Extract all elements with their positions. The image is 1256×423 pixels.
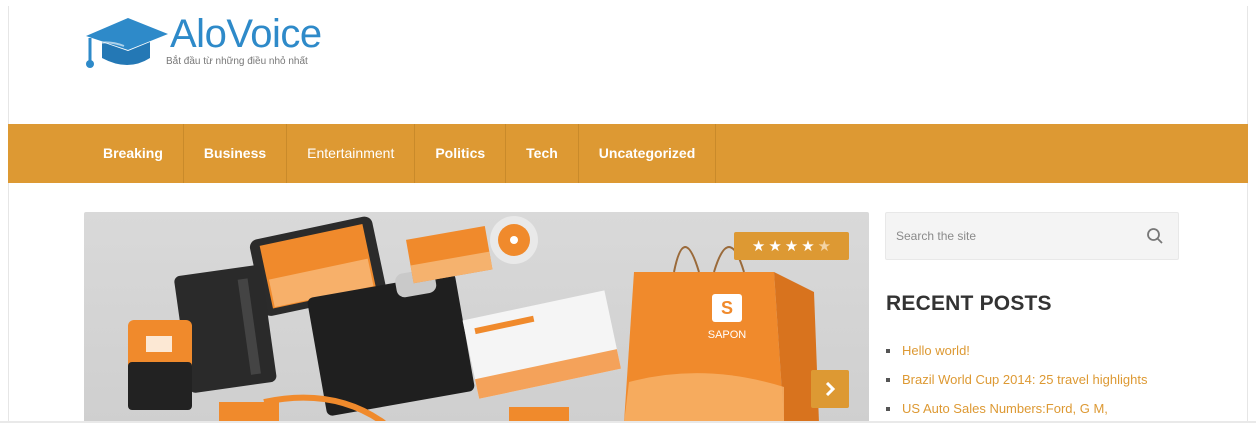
- site-title: AloVoice: [170, 12, 322, 56]
- bullet-icon: [886, 407, 890, 411]
- list-item: Brazil World Cup 2014: 25 travel highlig…: [886, 371, 1147, 400]
- recent-post-link[interactable]: Hello world!: [902, 342, 970, 360]
- star-icon: ★: [801, 238, 815, 255]
- star-icon: ★: [751, 238, 766, 255]
- nav-item-business[interactable]: Business: [184, 124, 288, 183]
- list-item: US Auto Sales Numbers:Ford, G M,: [886, 400, 1147, 423]
- star-empty-icon: ★: [817, 238, 832, 255]
- site-logo[interactable]: AloVoice Bắt đầu từ những điều nhỏ nhất: [84, 12, 364, 74]
- list-item: Hello world!: [886, 342, 1147, 371]
- star-icon: ★: [768, 238, 782, 255]
- main-nav: Breaking Business Entertainment Politics…: [8, 124, 1248, 183]
- bag-brand-text: SAPON: [708, 329, 747, 341]
- recent-post-link[interactable]: US Auto Sales Numbers:Ford, G M,: [902, 400, 1108, 418]
- svg-text:S: S: [721, 298, 733, 318]
- nav-item-entertainment[interactable]: Entertainment: [287, 124, 416, 183]
- star-rating: ★ ★ ★ ★ ★: [734, 232, 849, 260]
- nav-item-breaking[interactable]: Breaking: [83, 124, 184, 183]
- search-box: [885, 212, 1179, 260]
- search-input[interactable]: [896, 213, 1136, 259]
- recent-posts-heading: RECENT POSTS: [886, 292, 1052, 315]
- nav-item-tech[interactable]: Tech: [506, 124, 579, 183]
- slider-next-button[interactable]: [811, 370, 849, 408]
- site-tagline: Bắt đầu từ những điều nhỏ nhất: [166, 56, 308, 67]
- recent-posts-list: Hello world! Brazil World Cup 2014: 25 t…: [886, 342, 1147, 423]
- graduation-cap-icon: [86, 18, 168, 68]
- star-icon: ★: [784, 238, 799, 255]
- bullet-icon: [886, 349, 890, 353]
- search-icon[interactable]: [1146, 227, 1164, 245]
- nav-item-uncategorized[interactable]: Uncategorized: [579, 124, 717, 183]
- recent-post-link[interactable]: Brazil World Cup 2014: 25 travel highlig…: [902, 371, 1147, 389]
- featured-slider[interactable]: S SAPON ★ ★ ★ ★ ★: [84, 212, 869, 423]
- bullet-icon: [886, 378, 890, 382]
- chevron-right-icon: [825, 382, 836, 396]
- nav-item-politics[interactable]: Politics: [415, 124, 507, 183]
